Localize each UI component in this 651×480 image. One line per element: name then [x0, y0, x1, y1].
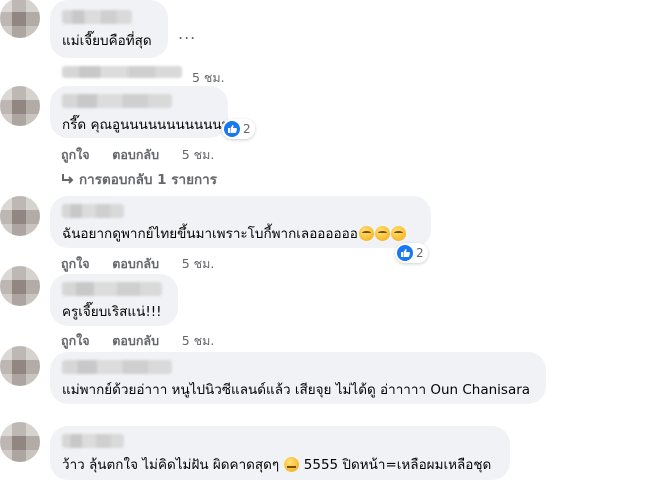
- author-name-blurred[interactable]: [62, 204, 124, 218]
- comment-actions: ถูกใจ ตอบกลับ 5 ชม.: [61, 254, 214, 274]
- comment-bubble: กรี๊ด คุณอูนนนนนนนนนนนน: [50, 86, 231, 138]
- more-options-icon[interactable]: ...: [178, 24, 196, 43]
- reply-button[interactable]: ตอบกลับ: [112, 256, 159, 271]
- comment-bubble: แม่เจี๊ยบคือที่สุด: [50, 0, 168, 58]
- like-icon: [224, 121, 240, 137]
- author-name-blurred[interactable]: [62, 360, 172, 374]
- avatar[interactable]: [0, 0, 40, 38]
- avatar[interactable]: [0, 346, 40, 386]
- avatar[interactable]: [0, 86, 40, 126]
- comment-time[interactable]: 5 ชม.: [192, 68, 225, 88]
- comment-time[interactable]: 5 ชม.: [182, 333, 215, 348]
- reaction-count-label: 2: [243, 122, 251, 136]
- reaction-count-label: 2: [416, 246, 424, 260]
- like-button[interactable]: ถูกใจ: [61, 256, 90, 271]
- reaction-count[interactable]: 2: [222, 119, 255, 139]
- like-icon: [397, 245, 413, 261]
- comment-bubble: ว้าว ลุ้นตกใจ ไม่คิดไม่ฝัน ผิดคาดสุดๆ 55…: [50, 426, 510, 480]
- reaction-count[interactable]: 2: [395, 243, 428, 263]
- author-name-blurred[interactable]: [62, 434, 124, 448]
- comment-actions: ถูกใจ ตอบกลับ 5 ชม.: [61, 145, 214, 165]
- avatar[interactable]: [0, 266, 40, 306]
- action-row-partial: [62, 66, 182, 78]
- comment-text: แม่เจี๊ยบคือที่สุด: [62, 33, 152, 49]
- smiling-emoji-icon: [390, 226, 406, 241]
- like-button[interactable]: ถูกใจ: [61, 147, 90, 162]
- author-name-blurred[interactable]: [62, 10, 132, 24]
- like-button[interactable]: ถูกใจ: [61, 333, 90, 348]
- comment-actions: ถูกใจ ตอบกลับ 5 ชม.: [61, 331, 214, 351]
- comment-text: ครูเจี๊ยบเริสแน่!!!: [62, 304, 162, 320]
- comment-bubble: ฉันอยากดูพากย์ไทยขึ้นมาเพราะโบกี้พากเลออ…: [50, 196, 431, 248]
- comment-text: ฉันอยากดูพากย์ไทยขึ้นมาเพราะโบกี้พากเลออ…: [62, 225, 406, 243]
- comment-text: แม่พากย์ด้วยอ่าาา หนูไปนิวซีแลนด์แล้ว เส…: [62, 382, 531, 398]
- author-name-blurred[interactable]: [62, 282, 162, 296]
- comment-time[interactable]: 5 ชม.: [182, 256, 215, 271]
- comment-bubble: แม่พากย์ด้วยอ่าาา หนูไปนิวซีแลนด์แล้ว เส…: [50, 352, 546, 404]
- reply-arrow-icon: [62, 174, 74, 184]
- expressionless-emoji-icon: [284, 457, 300, 472]
- view-replies-link[interactable]: การตอบกลับ 1 รายการ: [61, 168, 217, 190]
- reply-button[interactable]: ตอบกลับ: [112, 147, 159, 162]
- smiling-emoji-icon: [374, 226, 390, 241]
- smiling-emoji-icon: [358, 226, 374, 241]
- avatar[interactable]: [0, 196, 40, 236]
- reply-button[interactable]: ตอบกลับ: [112, 333, 159, 348]
- comment-bubble: ครูเจี๊ยบเริสแน่!!!: [50, 274, 178, 326]
- comment-text: ว้าว ลุ้นตกใจ ไม่คิดไม่ฝัน ผิดคาดสุดๆ 55…: [62, 457, 492, 473]
- comment-time[interactable]: 5 ชม.: [182, 147, 215, 162]
- author-name-blurred[interactable]: [62, 94, 172, 108]
- comment-text: กรี๊ด คุณอูนนนนนนนนนนนน: [62, 117, 231, 133]
- avatar[interactable]: [0, 422, 40, 462]
